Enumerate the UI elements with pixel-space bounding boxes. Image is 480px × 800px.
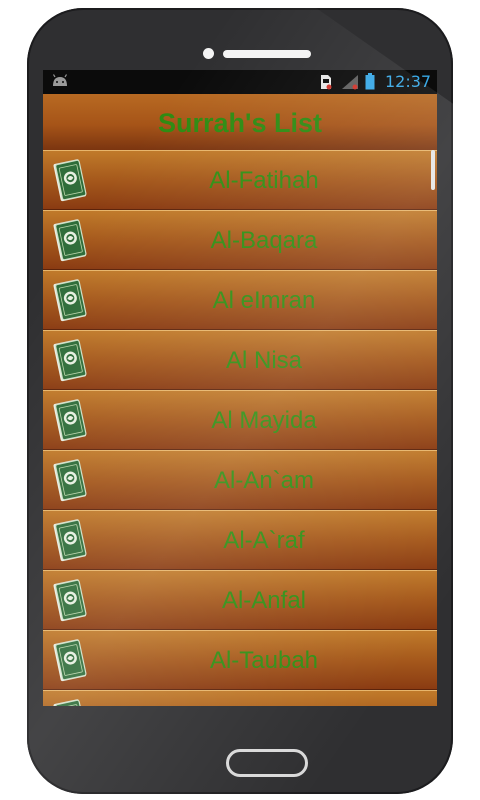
list-item[interactable]: Al Nisa [43,330,437,390]
list-item[interactable]: Al-Baqara [43,210,437,270]
list-item[interactable]: Al Mayida [43,390,437,450]
surah-name: Al Mayida [211,407,317,434]
quran-icon [53,399,87,442]
signal-icon [342,75,358,90]
surah-list-screen: Surrah's List Al-Fatihah Al-Baqara Al eImr… [43,94,437,706]
status-bar: 12:37 [43,70,437,94]
list-item[interactable]: Al-A`raf [43,510,437,570]
surah-name: Al eImran [212,287,316,314]
list-item[interactable]: Al-Fatihah [43,150,437,210]
surah-name: Al-A`raf [223,527,305,554]
status-time: 12:37 [385,72,432,91]
surah-name: Al Nisa [225,347,303,374]
phone-screen: 12:37 Surrah's List Al-Fatihah Al-Baqara A… [43,70,437,706]
quran-icon [53,639,87,682]
quran-icon [53,579,87,622]
front-camera [203,48,214,59]
quran-icon [53,459,87,502]
earpiece-speaker [223,50,311,58]
list-item[interactable]: Al-An`am [43,450,437,510]
battery-icon [365,73,375,90]
quran-icon [53,339,87,382]
list-item[interactable]: Al-Anfal [43,570,437,630]
surah-name: Al-Anfal [221,587,307,614]
quran-icon [53,699,87,706]
surah-name: Al-Baqara [210,227,318,254]
quran-icon [53,279,87,322]
list-item[interactable]: Al eImran [43,270,437,330]
scrollbar-thumb[interactable] [431,150,435,190]
android-icon [52,74,68,86]
list-item[interactable]: Al-Taubah [43,630,437,690]
surah-name: Al-An`am [213,467,315,494]
quran-icon [53,219,87,262]
quran-icon [53,519,87,562]
home-button[interactable] [226,749,308,777]
surah-list[interactable]: Al-Fatihah Al-Baqara Al eImran Al Nisa Al Ma… [43,150,437,706]
sd-card-icon [321,75,332,90]
list-header: Surrah's List [43,94,437,150]
quran-icon [53,159,87,202]
surah-name: Al-Fatihah [209,167,319,194]
surah-name: Al-Taubah [209,647,319,674]
list-item[interactable] [43,690,437,706]
page-title: Surrah's List [158,108,322,138]
